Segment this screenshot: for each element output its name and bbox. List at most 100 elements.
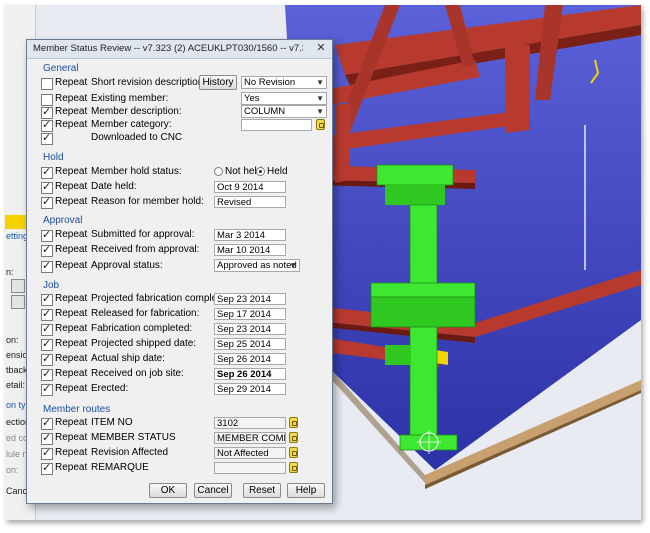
existing-member-select[interactable]: Yes ▼ bbox=[241, 92, 327, 105]
dialog-title: Member Status Review -- v7.323 (2) ACEUK… bbox=[33, 43, 303, 54]
hold-reason-label: Reason for member hold: bbox=[91, 196, 204, 207]
section-hold: Hold bbox=[43, 152, 64, 163]
route-label: ITEM NO bbox=[91, 417, 133, 428]
repeat-label: Repeat bbox=[55, 106, 88, 117]
existing-member-label: Existing member: bbox=[91, 93, 169, 104]
reset-button[interactable]: Reset bbox=[243, 483, 281, 498]
repeat-checkbox[interactable] bbox=[41, 228, 53, 242]
member-category-field[interactable] bbox=[241, 119, 312, 131]
route-field[interactable]: MEMBER COMPLETED bbox=[214, 432, 286, 444]
member-description-select[interactable]: COLUMN ▼ bbox=[241, 105, 327, 118]
job-row-label: Released for fabrication: bbox=[91, 308, 200, 319]
section-general: General bbox=[43, 63, 79, 74]
screenshot: ettings n: on: ension tback: etail: on t… bbox=[5, 5, 641, 520]
chevron-down-icon: ▼ bbox=[316, 78, 324, 87]
repeat-checkbox[interactable] bbox=[41, 259, 53, 273]
repeat-label: Repeat bbox=[55, 368, 88, 379]
submitted-approval-field[interactable]: Mar 3 2014 bbox=[214, 229, 286, 241]
short-revision-label: Short revision description bbox=[91, 77, 204, 88]
repeat-checkbox[interactable] bbox=[41, 337, 53, 351]
repeat-checkbox[interactable] bbox=[41, 180, 53, 194]
approval-status-value: Approved as noted bbox=[217, 260, 297, 271]
repeat-label: Repeat bbox=[55, 308, 88, 319]
edit-icon[interactable] bbox=[289, 447, 298, 458]
member-category-label: Member category: bbox=[91, 119, 172, 130]
existing-member-value: Yes bbox=[244, 93, 260, 104]
repeat-label: Repeat bbox=[55, 260, 88, 271]
approval-status-label: Approval status: bbox=[91, 260, 163, 271]
dialog-titlebar[interactable]: Member Status Review -- v7.323 (2) ACEUK… bbox=[27, 40, 332, 59]
repeat-label: Repeat bbox=[55, 229, 88, 240]
route-label: REMARQUE bbox=[91, 462, 149, 473]
repeat-label: Repeat bbox=[55, 77, 88, 88]
repeat-checkbox[interactable] bbox=[41, 461, 53, 475]
member-description-value: COLUMN bbox=[244, 106, 286, 117]
repeat-label: Repeat bbox=[55, 166, 88, 177]
repeat-checkbox[interactable] bbox=[41, 307, 53, 321]
job-row-field[interactable]: Sep 29 2014 bbox=[214, 383, 286, 395]
not-held-radio[interactable] bbox=[214, 167, 223, 176]
member-status-review-dialog: Member Status Review -- v7.323 (2) ACEUK… bbox=[26, 39, 333, 504]
repeat-checkbox[interactable] bbox=[41, 382, 53, 396]
held-radio[interactable] bbox=[256, 167, 265, 176]
approval-status-select[interactable]: Approved as noted ▼ bbox=[214, 259, 300, 272]
job-row-label: Projected shipped date: bbox=[91, 338, 197, 349]
job-row-field[interactable]: Sep 23 2014 bbox=[214, 293, 286, 305]
received-approval-field[interactable]: Mar 10 2014 bbox=[214, 244, 286, 256]
repeat-label: Repeat bbox=[55, 119, 88, 130]
help-button[interactable]: Help bbox=[287, 483, 325, 498]
repeat-checkbox[interactable] bbox=[41, 292, 53, 306]
held-label: Held bbox=[267, 166, 288, 177]
repeat-checkbox[interactable] bbox=[41, 367, 53, 381]
repeat-label: Repeat bbox=[55, 417, 88, 428]
job-row-label: Erected: bbox=[91, 383, 129, 394]
edit-icon[interactable] bbox=[289, 462, 298, 473]
job-row-field[interactable]: Sep 17 2014 bbox=[214, 308, 286, 320]
route-field[interactable]: 3102 bbox=[214, 417, 286, 429]
repeat-checkbox[interactable] bbox=[41, 243, 53, 257]
revision-select[interactable]: No Revision ▼ bbox=[241, 76, 327, 89]
bg-label: on: bbox=[6, 335, 19, 345]
job-row-label: Actual ship date: bbox=[91, 353, 165, 364]
job-row-field[interactable]: Sep 25 2014 bbox=[214, 338, 286, 350]
close-icon[interactable]: ✕ bbox=[314, 42, 328, 55]
repeat-checkbox[interactable] bbox=[41, 165, 53, 179]
repeat-checkbox[interactable] bbox=[41, 446, 53, 460]
route-field[interactable]: Not Affected bbox=[214, 447, 286, 459]
repeat-label: Repeat bbox=[55, 353, 88, 364]
repeat-label: Repeat bbox=[55, 196, 88, 207]
repeat-label: Repeat bbox=[55, 383, 88, 394]
bg-button[interactable] bbox=[11, 295, 25, 309]
ok-button[interactable]: OK bbox=[149, 483, 187, 498]
job-row-field[interactable]: Sep 23 2014 bbox=[214, 323, 286, 335]
job-row-field[interactable]: Sep 26 2014 bbox=[214, 353, 286, 365]
repeat-label: Repeat bbox=[55, 181, 88, 192]
repeat-label: Repeat bbox=[55, 447, 88, 458]
revision-value: No Revision bbox=[244, 77, 296, 88]
date-held-field[interactable]: Oct 9 2014 bbox=[214, 181, 286, 193]
repeat-checkbox[interactable] bbox=[41, 416, 53, 430]
edit-icon[interactable] bbox=[289, 417, 298, 428]
route-field[interactable] bbox=[214, 462, 286, 474]
hold-reason-field[interactable]: Revised bbox=[214, 196, 286, 208]
edit-icon[interactable] bbox=[316, 119, 325, 130]
repeat-checkbox[interactable] bbox=[41, 195, 53, 209]
repeat-label: Repeat bbox=[55, 462, 88, 473]
history-button[interactable]: History bbox=[199, 75, 237, 90]
repeat-label: Repeat bbox=[55, 293, 88, 304]
cancel-button[interactable]: Cancel bbox=[194, 483, 232, 498]
repeat-checkbox[interactable] bbox=[41, 78, 53, 90]
repeat-checkbox[interactable] bbox=[41, 352, 53, 366]
edit-icon[interactable] bbox=[289, 432, 298, 443]
repeat-checkbox[interactable] bbox=[41, 131, 53, 145]
repeat-checkbox[interactable] bbox=[41, 431, 53, 445]
job-row-field[interactable]: Sep 26 2014 bbox=[214, 368, 286, 380]
bg-button[interactable] bbox=[11, 279, 25, 293]
repeat-checkbox[interactable] bbox=[41, 322, 53, 336]
chevron-down-icon: ▼ bbox=[289, 261, 297, 270]
route-label: Revision Affected bbox=[91, 447, 169, 458]
member-description-label: Member description: bbox=[91, 106, 182, 117]
repeat-label: Repeat bbox=[55, 432, 88, 443]
section-job: Job bbox=[43, 280, 60, 291]
bg-label: etail: bbox=[6, 380, 26, 390]
